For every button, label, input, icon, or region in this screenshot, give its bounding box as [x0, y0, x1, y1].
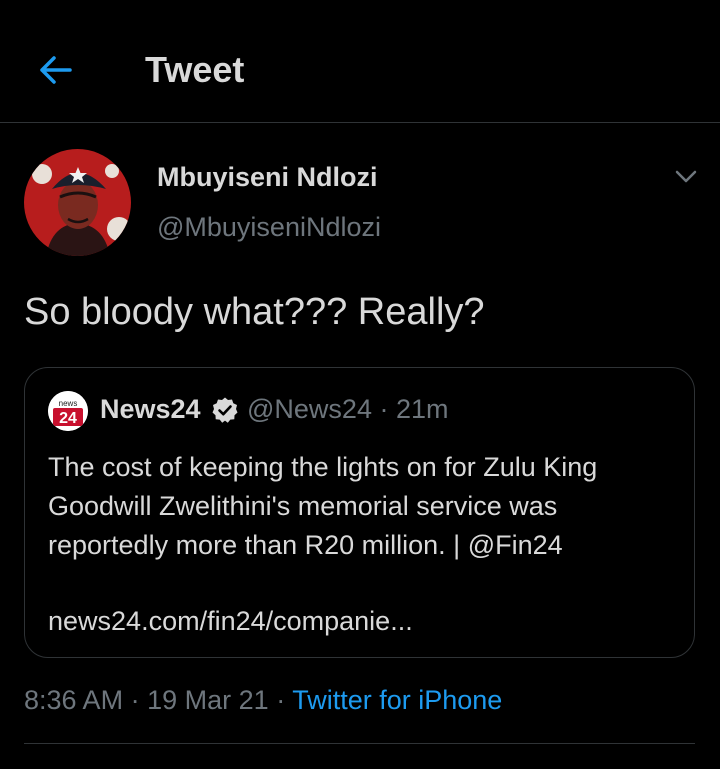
news24-logo: news 24	[48, 391, 88, 431]
chevron-down-icon	[675, 170, 697, 183]
tweet-source-link[interactable]: Twitter for iPhone	[292, 685, 502, 715]
logo-number-text: 24	[59, 410, 77, 427]
tweet-time: 8:36 AM	[24, 685, 124, 715]
logo-small-text: news	[59, 399, 78, 408]
quoted-tweet-card[interactable]: news 24 News24 @News24 · 21m The cost of…	[24, 367, 695, 658]
separator: ·	[130, 685, 140, 715]
quoted-handle-time: @News24 · 21m	[247, 392, 449, 426]
author-name[interactable]: Mbuyiseni Ndlozi	[157, 160, 378, 194]
divider	[24, 743, 695, 744]
quoted-text-line: reportedly more than R20 million. | @Fin…	[48, 530, 563, 560]
separator: ·	[379, 394, 389, 424]
author-handle[interactable]: @MbuyiseniNdlozi	[157, 210, 381, 244]
back-button[interactable]	[30, 46, 78, 94]
quoted-author-handle: @News24	[247, 394, 372, 424]
tweet-date: 19 Mar 21	[147, 685, 269, 715]
top-bar: Tweet	[0, 0, 720, 123]
quoted-author-name: News24	[100, 394, 201, 424]
quoted-text-line: Goodwill Zwelithini's memorial service w…	[48, 491, 558, 521]
page-title: Tweet	[145, 49, 245, 90]
quoted-text-line: The cost of keeping the lights on for Zu…	[48, 452, 598, 482]
arrow-left-icon	[40, 56, 72, 84]
quoted-link[interactable]: news24.com/fin24/companie...	[48, 604, 413, 638]
quoted-tweet-text: The cost of keeping the lights on for Zu…	[48, 448, 678, 565]
author-avatar[interactable]	[24, 149, 131, 256]
tweet-text: So bloody what??? Really?	[24, 291, 485, 333]
tweet-menu-button[interactable]	[670, 160, 702, 192]
tweet-metadata: 8:36 AM · 19 Mar 21 · Twitter for iPhone	[24, 683, 502, 717]
separator: ·	[276, 685, 286, 715]
quoted-elapsed-time: 21m	[396, 394, 449, 424]
verified-badge-icon	[211, 396, 239, 424]
